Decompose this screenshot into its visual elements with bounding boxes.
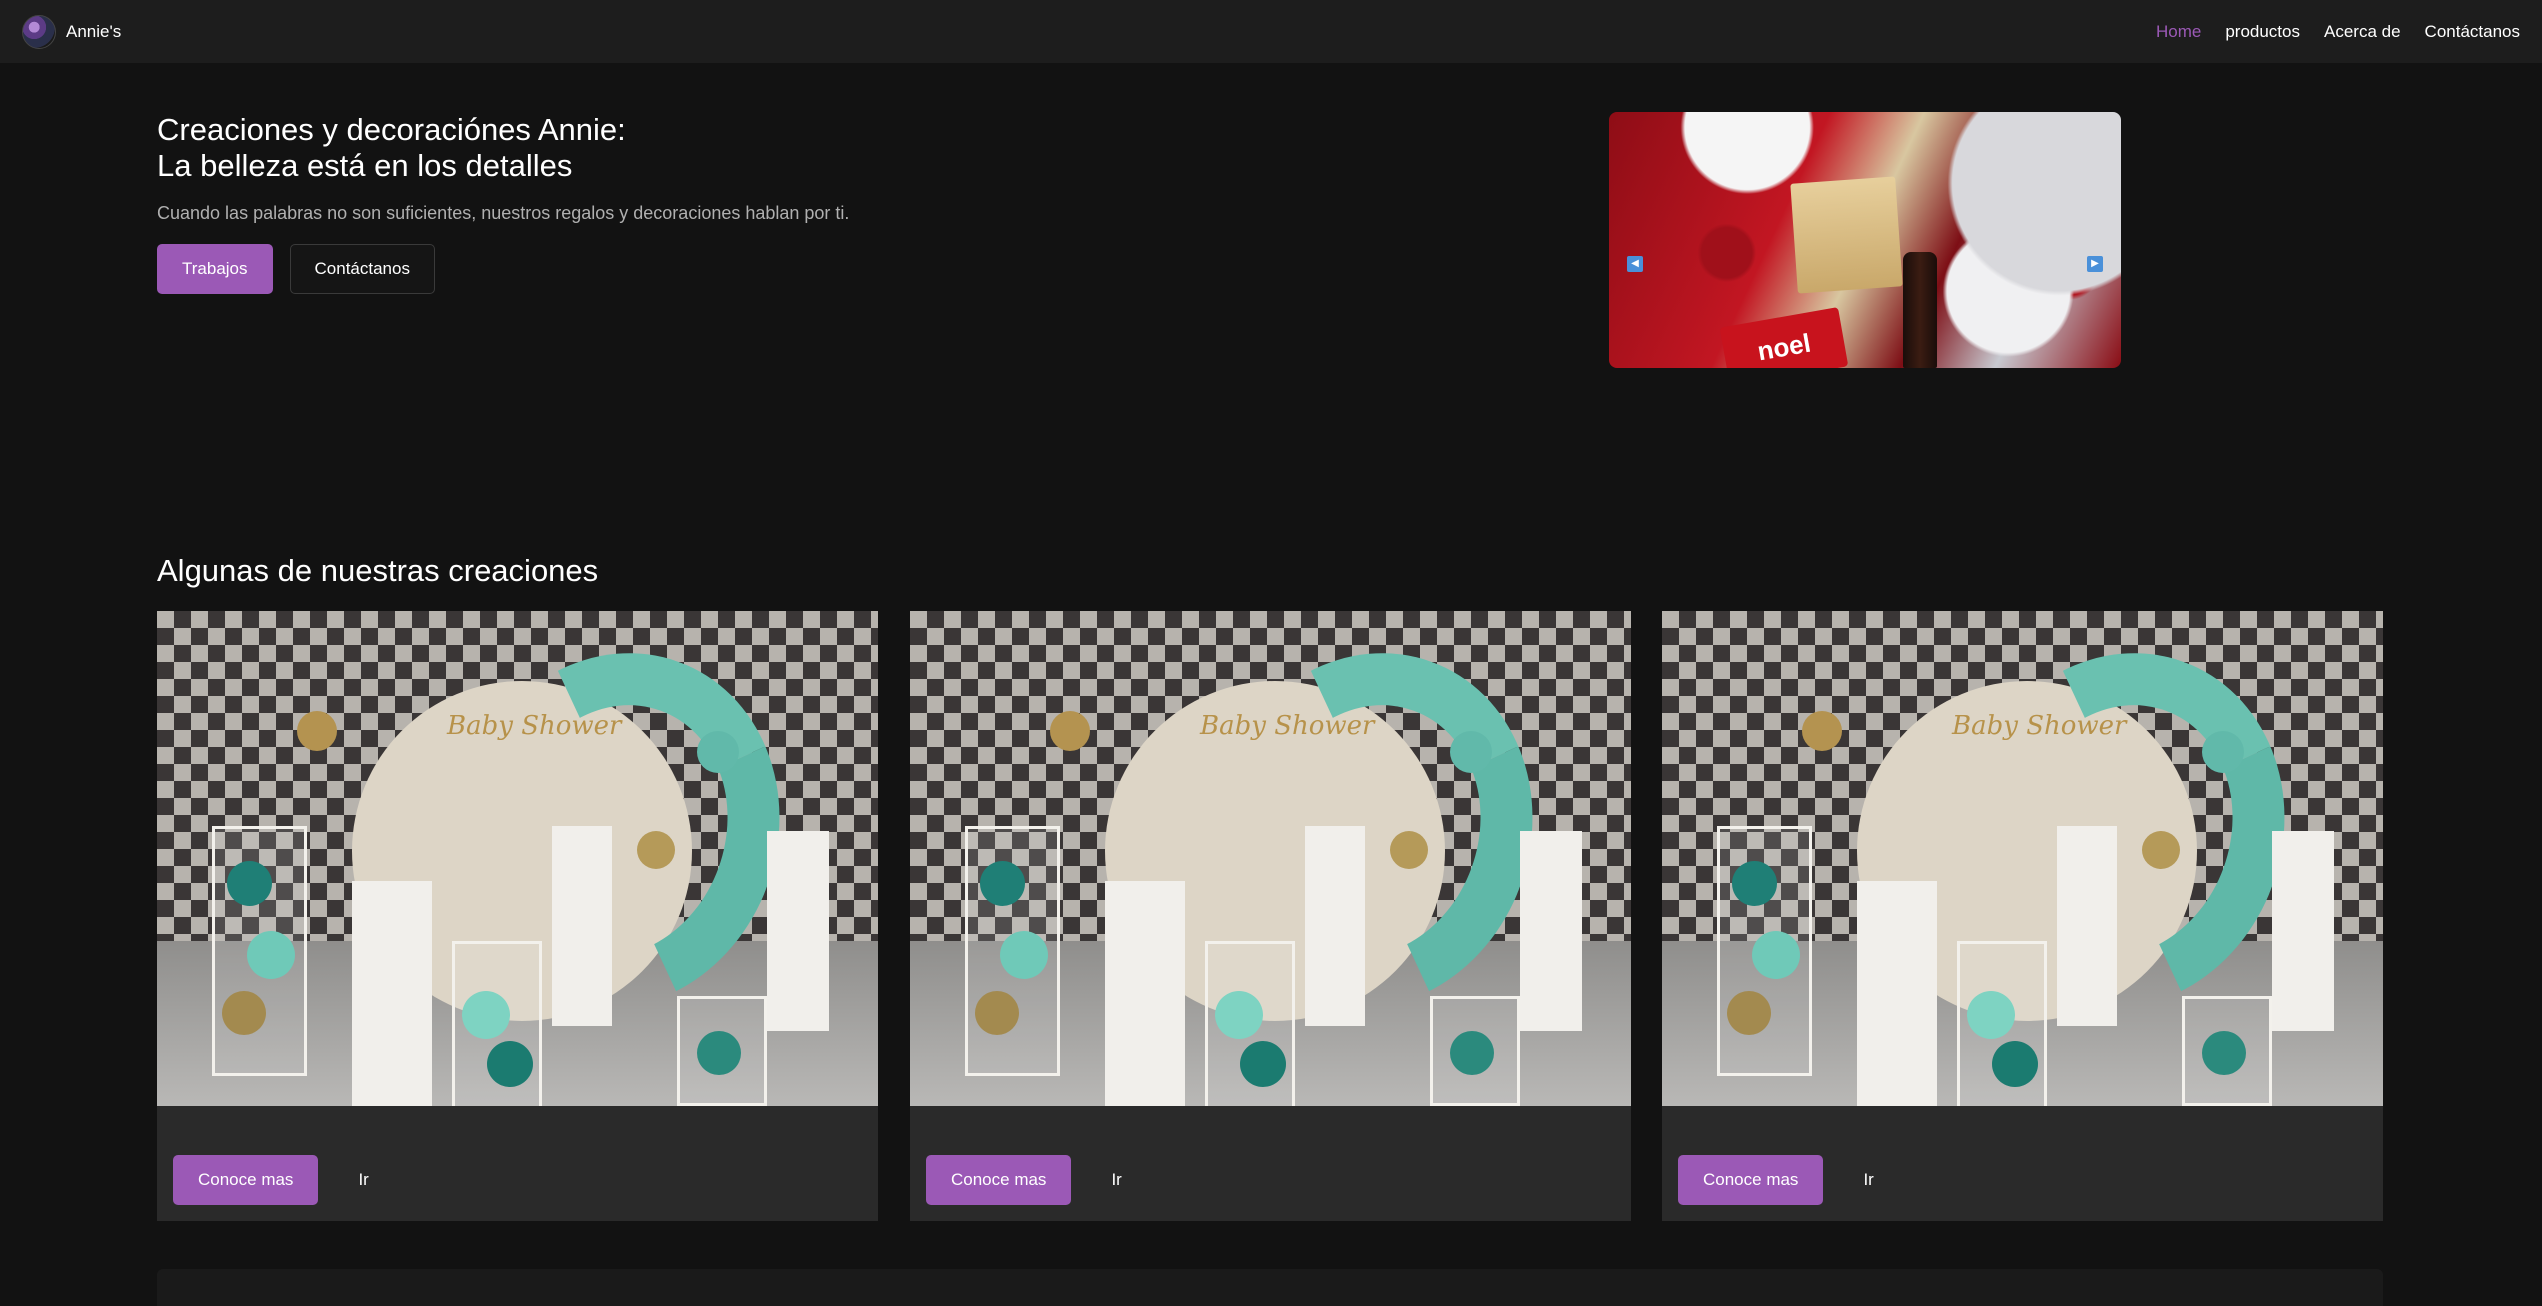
- nav-link-contactanos[interactable]: Contáctanos: [2425, 22, 2520, 42]
- ir-button[interactable]: Ir: [342, 1155, 384, 1205]
- nav-link-home[interactable]: Home: [2156, 22, 2201, 42]
- hero-subtitle: Cuando las palabras no son suficientes, …: [157, 203, 850, 223]
- card-image-script: Baby Shower: [1952, 711, 2127, 741]
- contactanos-button[interactable]: Contáctanos: [289, 244, 435, 294]
- brand-name[interactable]: Annie's: [66, 22, 121, 42]
- next-section-panel: [157, 1269, 2383, 1306]
- creation-card-image: Baby Shower: [1662, 611, 2383, 1106]
- carousel-wooden-sign: [1790, 176, 1903, 294]
- nav-link-productos[interactable]: productos: [2225, 22, 2300, 42]
- creation-card-actions: Conoce mas Ir: [173, 1155, 385, 1205]
- carousel-noel-bag: noel: [1719, 307, 1849, 368]
- creation-card-image: Baby Shower: [157, 611, 878, 1106]
- creation-card-actions: Conoce mas Ir: [926, 1155, 1138, 1205]
- creations-title: Algunas de nuestras creaciones: [157, 553, 599, 588]
- trabajos-button[interactable]: Trabajos: [157, 244, 273, 294]
- conoce-mas-button[interactable]: Conoce mas: [1678, 1155, 1824, 1205]
- creations-cards: Baby Shower Conoce mas Ir Baby Shower Co…: [157, 611, 2383, 1221]
- hero-title-line1: Creaciones y decoraciónes Annie:: [157, 112, 626, 147]
- creation-card-image: Baby Shower: [910, 611, 1631, 1106]
- navbar: Annie's Home productos Acerca de Contáct…: [0, 0, 2542, 63]
- creation-card: Baby Shower Conoce mas Ir: [157, 611, 878, 1221]
- ir-button[interactable]: Ir: [1847, 1155, 1889, 1205]
- hero-carousel: noel ◀ ▶: [1609, 112, 2121, 368]
- carousel-next-icon: ▶: [2087, 256, 2103, 272]
- carousel-prev-icon: ◀: [1627, 256, 1643, 272]
- hero-title-line2: La belleza está en los detalles: [157, 148, 573, 183]
- brand[interactable]: Annie's: [22, 14, 121, 49]
- carousel-bottle: [1903, 252, 1937, 368]
- card-image-script: Baby Shower: [447, 711, 622, 741]
- conoce-mas-button[interactable]: Conoce mas: [926, 1155, 1072, 1205]
- nav-links: Home productos Acerca de Contáctanos: [2156, 22, 2520, 42]
- hero-buttons: Trabajos Contáctanos: [157, 244, 435, 294]
- creation-card: Baby Shower Conoce mas Ir: [1662, 611, 2383, 1221]
- creation-card-actions: Conoce mas Ir: [1678, 1155, 1890, 1205]
- ir-button[interactable]: Ir: [1095, 1155, 1137, 1205]
- nav-link-acerca-de[interactable]: Acerca de: [2324, 22, 2401, 42]
- creation-card: Baby Shower Conoce mas Ir: [910, 611, 1631, 1221]
- card-image-script: Baby Shower: [1200, 711, 1375, 741]
- hero-title: Creaciones y decoraciónes Annie: La bell…: [157, 112, 626, 184]
- carousel-prev-button[interactable]: ◀: [1615, 244, 1655, 284]
- conoce-mas-button[interactable]: Conoce mas: [173, 1155, 319, 1205]
- carousel-next-button[interactable]: ▶: [2075, 244, 2115, 284]
- brand-logo[interactable]: [22, 14, 56, 49]
